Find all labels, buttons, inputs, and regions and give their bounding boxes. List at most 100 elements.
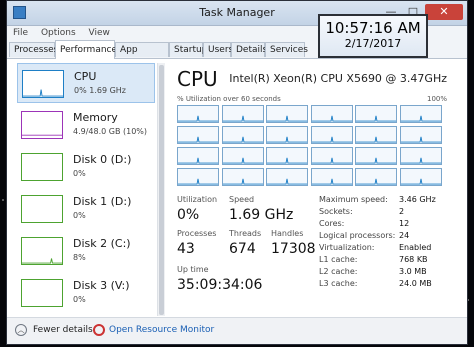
tab-app-history[interactable]: App history (115, 42, 169, 70)
graph-max-label: 100% (426, 95, 447, 103)
disk-1-thumbnail-graph (21, 195, 63, 223)
uptime-value: 35:09:34:06 (177, 277, 263, 293)
logical-processor-graph (266, 168, 308, 186)
sidebar-item-disk-0[interactable]: Disk 0 (D:) 0% (17, 147, 155, 187)
sidebar-item-label: Disk 1 (D:) (73, 195, 132, 208)
menu-file[interactable]: File (13, 28, 28, 38)
logical-processor-graph (399, 105, 442, 123)
logical-processor-graph (355, 147, 397, 165)
logical-processor-graph (266, 105, 308, 123)
sidebar-item-label: Disk 0 (D:) (73, 153, 132, 166)
spec-value: 2 (399, 207, 405, 216)
sidebar-item-value: 0% (73, 169, 86, 178)
tab-startup[interactable]: Startup (169, 42, 207, 57)
spec-label: Logical processors: (319, 231, 396, 240)
logical-processor-graph (177, 168, 219, 186)
disk-2-thumbnail-graph (21, 237, 63, 265)
spec-label: Sockets: (319, 207, 353, 216)
spec-label: Cores: (319, 219, 345, 228)
logical-processor-graphs (177, 105, 445, 189)
disk-0-thumbnail-graph (21, 153, 63, 181)
logical-processor-graph (310, 168, 353, 186)
logical-processor-graph (355, 168, 397, 186)
spec-value: 24.0 MB (399, 279, 432, 288)
threads-label: Threads (229, 229, 262, 238)
logical-processor-graph (177, 147, 219, 165)
logical-processor-graph (177, 105, 219, 123)
open-resource-monitor-link[interactable]: Open Resource Monitor (109, 325, 214, 335)
logical-processor-graph (266, 126, 308, 144)
processes-label: Processes (177, 229, 217, 238)
tab-processes[interactable]: Processes (9, 42, 58, 57)
sidebar-item-value: 4.9/48.0 GB (10%) (73, 127, 148, 136)
logical-processor-graph (221, 147, 264, 165)
chevron-up-icon[interactable]: ︿ (15, 324, 27, 336)
spec-label: L1 cache: (319, 255, 358, 264)
clock-overlay: 10:57:16 AM 2/17/2017 (318, 14, 428, 58)
sidebar-item-disk-2[interactable]: Disk 2 (C:) 8% (17, 231, 155, 271)
cpu-model-name: Intel(R) Xeon(R) CPU X5690 @ 3.47GHz (229, 72, 447, 85)
sidebar-item-memory[interactable]: Memory 4.9/48.0 GB (10%) (17, 105, 155, 145)
spec-label: Virtualization: (319, 243, 375, 252)
sidebar-item-cpu[interactable]: CPU 0% 1.69 GHz (17, 63, 155, 103)
processes-value: 43 (177, 241, 195, 257)
logical-processor-graph (310, 126, 353, 144)
spec-value: 768 KB (399, 255, 428, 264)
tab-users[interactable]: Users (203, 42, 233, 57)
tab-services[interactable]: Services (265, 42, 308, 57)
sidebar-item-value: 0% (73, 211, 86, 220)
performance-content: CPU 0% 1.69 GHz Memory 4.9/48.0 GB (10%)… (7, 59, 467, 318)
sidebar-item-disk-1[interactable]: Disk 1 (D:) 0% (17, 189, 155, 229)
logical-processor-graph (399, 126, 442, 144)
memory-thumbnail-graph (21, 111, 63, 139)
spec-label: Maximum speed: (319, 195, 388, 204)
sidebar-item-label: Memory (73, 111, 118, 124)
sidebar-item-value: 0% (73, 295, 86, 304)
handles-label: Handles (271, 229, 304, 238)
cpu-detail-panel: CPU Intel(R) Xeon(R) CPU X5690 @ 3.47GHz… (171, 59, 467, 318)
spec-value: Enabled (399, 243, 432, 252)
spec-value: 12 (399, 219, 410, 228)
logical-processor-graph (310, 105, 353, 123)
utilization-label: Utilization (177, 195, 218, 204)
logical-processor-graph (355, 126, 397, 144)
speed-value: 1.69 GHz (229, 207, 294, 223)
sidebar-item-label: Disk 3 (V:) (73, 279, 130, 292)
tab-details[interactable]: Details (231, 42, 267, 57)
spec-label: L3 cache: (319, 279, 358, 288)
spec-label: L2 cache: (319, 267, 358, 276)
spec-value: 24 (399, 231, 410, 240)
sidebar-item-value: 0% 1.69 GHz (74, 86, 127, 95)
speed-label: Speed (229, 195, 255, 204)
spec-value: 3.46 GHz (399, 195, 436, 204)
handles-value: 17308 (271, 241, 316, 257)
logical-processor-graph (177, 126, 219, 144)
page-title: CPU (177, 67, 218, 91)
threads-value: 674 (229, 241, 256, 257)
utilization-value: 0% (177, 207, 200, 223)
logical-processor-graph (399, 147, 442, 165)
logical-processor-graph (221, 105, 264, 123)
sidebar-item-label: CPU (74, 70, 97, 83)
logical-processor-graph (221, 168, 264, 186)
menu-view[interactable]: View (89, 28, 110, 38)
sidebar-item-label: Disk 2 (C:) (73, 237, 131, 250)
tab-performance[interactable]: Performance (55, 40, 117, 59)
logical-processor-graph (266, 147, 308, 165)
cpu-thumbnail-graph (22, 70, 64, 98)
clock-date: 2/17/2017 (344, 37, 402, 50)
logical-processor-graph (310, 147, 353, 165)
sidebar-scrollbar-thumb[interactable] (159, 65, 164, 315)
menu-options[interactable]: Options (41, 28, 76, 38)
close-button[interactable]: ✕ (425, 4, 463, 20)
resource-sidebar: CPU 0% 1.69 GHz Memory 4.9/48.0 GB (10%)… (11, 59, 165, 318)
clock-time: 10:57:16 AM (325, 19, 421, 37)
sidebar-item-value: 8% (73, 253, 86, 262)
sidebar-scrollbar[interactable] (157, 63, 165, 316)
footer-bar: ︿ Fewer details Open Resource Monitor (7, 317, 467, 344)
logical-processor-graph (221, 126, 264, 144)
spec-value: 3.0 MB (399, 267, 427, 276)
sidebar-item-disk-3[interactable]: Disk 3 (V:) 0% (17, 273, 155, 313)
uptime-label: Up time (177, 265, 209, 274)
fewer-details-button[interactable]: Fewer details (33, 325, 93, 335)
